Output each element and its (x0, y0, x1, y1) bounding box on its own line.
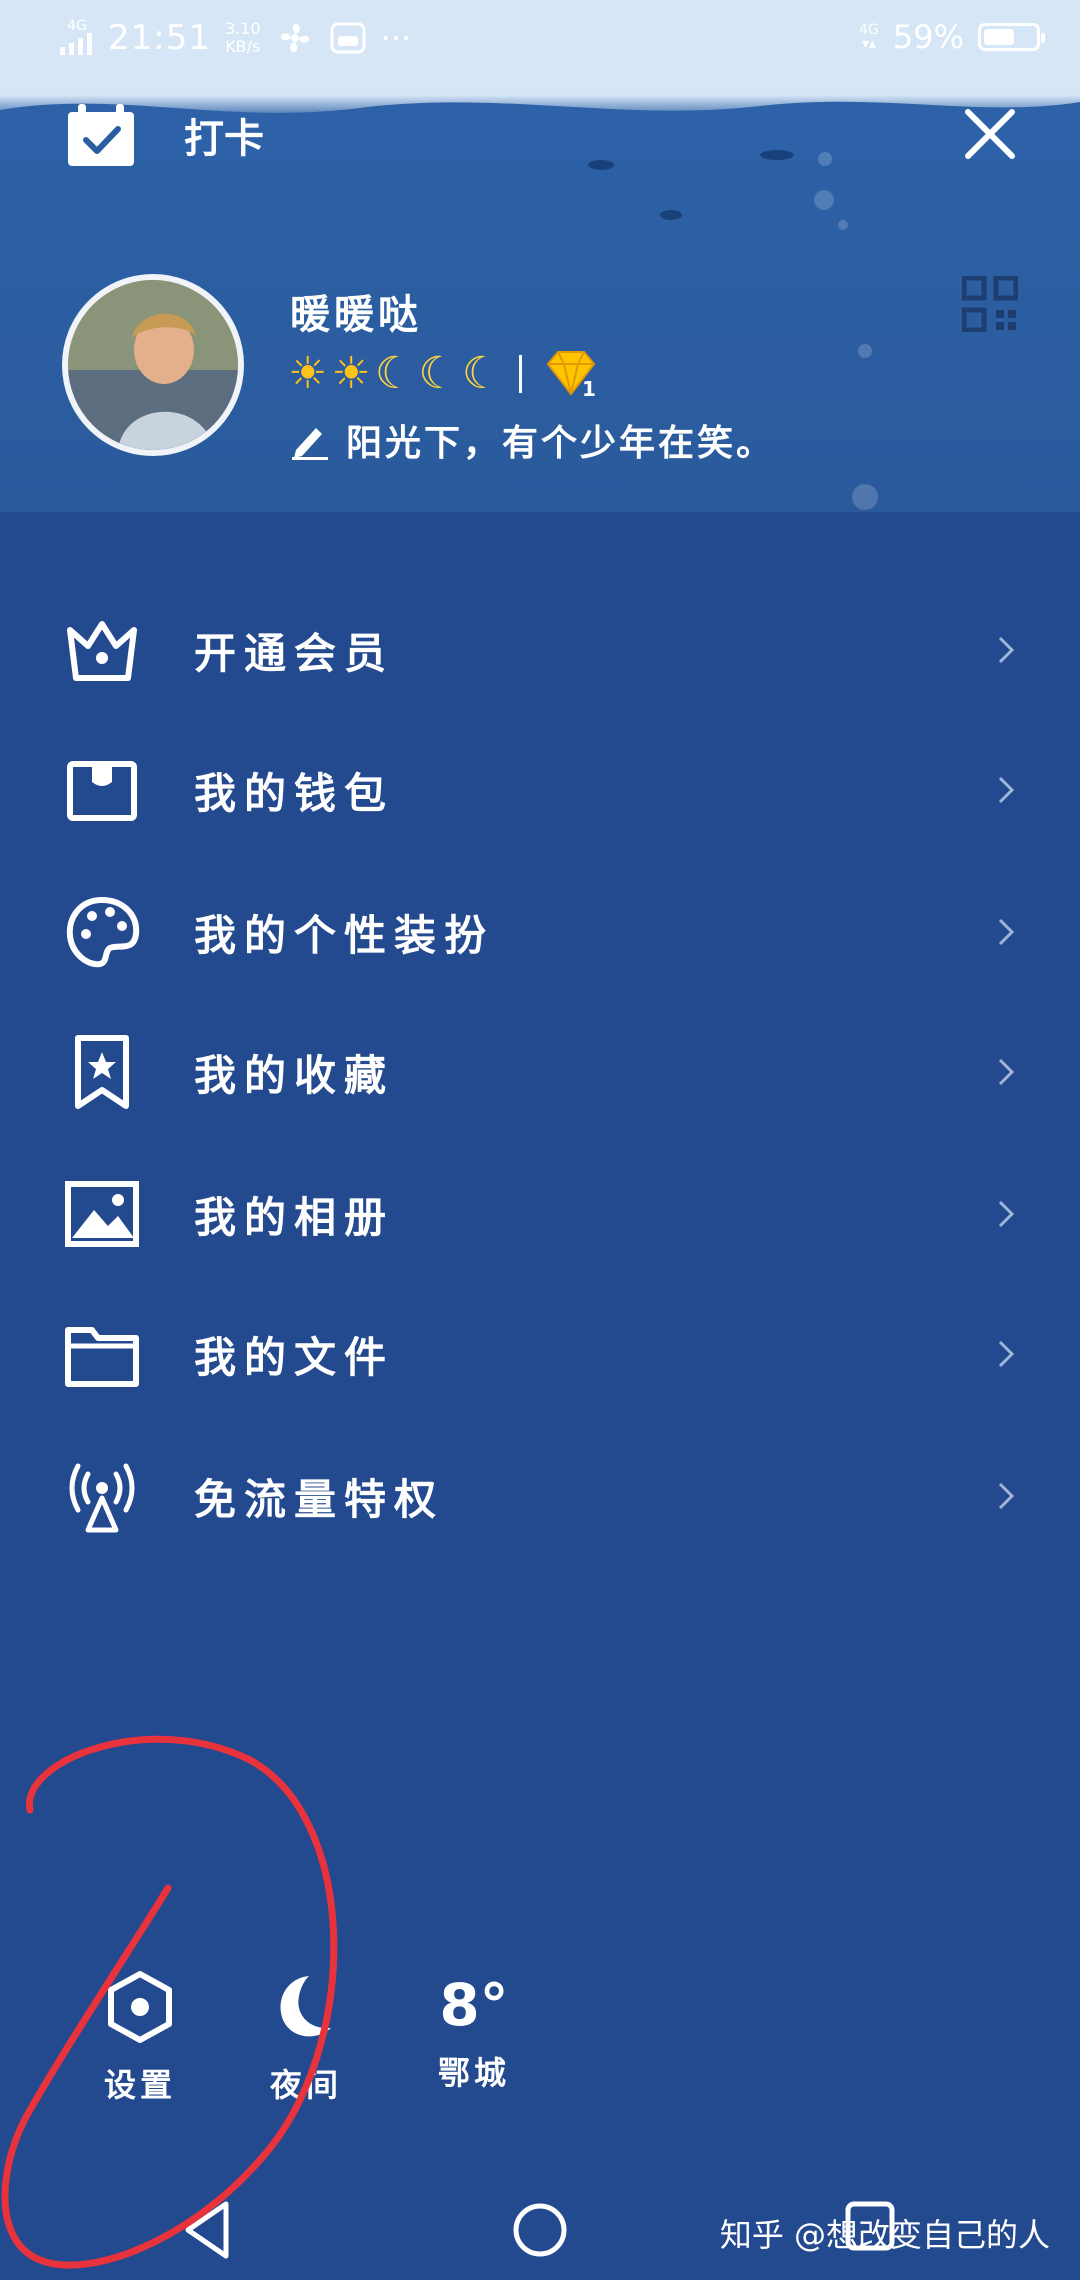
fish-decoration (760, 150, 794, 160)
chevron-right-icon (998, 636, 1015, 664)
weather-city: 鄂城 (437, 2054, 510, 2092)
network-speed-unit: KB/s (225, 37, 261, 56)
app-notification-icon (330, 22, 366, 54)
status-time: 21:51 (108, 18, 211, 58)
calendar-check-icon (68, 104, 134, 166)
night-mode-label: 夜间 (269, 2066, 342, 2104)
network-indicator-right: 4G ▾▴ (859, 22, 879, 52)
bubble-decoration (814, 190, 834, 210)
menu-item-label: 我的收藏 (194, 1050, 395, 1100)
moon-icon: ☾ (374, 348, 415, 399)
edit-pencil-icon (292, 428, 328, 460)
network-indicator-left: 4G (60, 19, 94, 58)
username[interactable]: 暖暖哒 (290, 282, 422, 340)
home-circle-icon[interactable] (500, 2190, 580, 2270)
diamond-icon: 1 (546, 350, 596, 398)
menu-item-label: 我的文件 (194, 1332, 395, 1382)
sun-icon: ☀ (288, 348, 328, 399)
signature-text: 阳光下，有个少年在笑。 (346, 422, 776, 464)
settings-hexagon-icon (108, 1971, 172, 2043)
bubble-decoration (858, 344, 872, 358)
settings-button[interactable]: 设置 (70, 1970, 210, 2106)
menu-item-theme[interactable]: 我的个性装扮 (0, 872, 1080, 992)
palette-icon (66, 896, 140, 968)
weather-temperature: 8° (439, 1971, 509, 2039)
folder-icon (65, 1327, 139, 1387)
crown-icon (67, 621, 137, 681)
weather-widget[interactable]: 8° 鄂城 (404, 1970, 544, 2094)
bookmark-star-icon (75, 1035, 129, 1109)
menu-item-wallet[interactable]: 我的钱包 (0, 730, 1080, 850)
back-triangle-icon[interactable] (168, 2190, 248, 2270)
menu-item-files[interactable]: 我的文件 (0, 1294, 1080, 1414)
chevron-right-icon (998, 1200, 1015, 1228)
chevron-right-icon (998, 918, 1015, 946)
avatar-photo (68, 280, 238, 450)
menu-item-free-data[interactable]: 免流量特权 (0, 1436, 1080, 1556)
menu-item-vip[interactable]: 开通会员 (0, 590, 1080, 710)
checkin-label: 打卡 (184, 115, 264, 162)
battery-level-fill (984, 29, 1014, 45)
status-bar: 4G 21:51 3.10 KB/s ··· 4G ▾▴ 59% (0, 0, 1080, 80)
bottom-toolbar: 设置 夜间 8° 鄂城 (0, 1970, 1080, 2110)
close-icon[interactable] (960, 104, 1020, 164)
menu-item-label: 我的个性装扮 (194, 910, 495, 960)
menu-item-album[interactable]: 我的相册 (0, 1154, 1080, 1274)
signal-tower-icon (69, 1463, 135, 1533)
network-speed: 3.10 KB/s (225, 20, 261, 56)
sun-icon: ☀ (331, 348, 371, 399)
fish-decoration (660, 210, 682, 220)
battery-percent: 59% (892, 18, 964, 56)
status-left: 4G 21:51 3.10 KB/s ··· (60, 18, 411, 58)
chevron-right-icon (998, 1058, 1015, 1086)
checkin-button[interactable]: 打卡 (66, 102, 264, 168)
more-notifications-icon: ··· (380, 19, 412, 57)
photo-icon (65, 1181, 139, 1247)
signature-row[interactable]: 阳光下，有个少年在笑。 (290, 414, 775, 466)
chevron-right-icon (998, 776, 1015, 804)
battery-icon (978, 23, 1045, 51)
chevron-right-icon (998, 1340, 1015, 1368)
signal-icon (60, 32, 92, 55)
fan-icon (280, 23, 309, 53)
avatar[interactable] (62, 274, 244, 456)
fish-decoration (588, 160, 614, 170)
watermark: 知乎 @想改变自己的人 (719, 2216, 1050, 2254)
night-mode-button[interactable]: 夜间 (236, 1970, 376, 2106)
wallet-icon (67, 761, 137, 821)
menu-item-label: 免流量特权 (194, 1474, 445, 1524)
level-divider (519, 354, 523, 393)
menu-item-favorites[interactable]: 我的收藏 (0, 1012, 1080, 1132)
diamond-level: 1 (582, 377, 596, 398)
moon-icon: ☾ (461, 348, 502, 399)
status-right: 4G ▾▴ 59% (859, 18, 1045, 56)
menu-item-label: 开通会员 (194, 628, 395, 678)
moon-icon (280, 1976, 331, 2037)
network-type-label: 4G (67, 17, 87, 34)
menu-item-label: 我的相册 (194, 1192, 395, 1242)
network-type-label-right: 4G (859, 22, 879, 38)
bubble-decoration (852, 484, 878, 510)
network-speed-value: 3.10 (224, 19, 261, 38)
moon-icon: ☾ (418, 348, 458, 399)
bubble-decoration (838, 220, 848, 230)
menu-item-label: 我的钱包 (194, 768, 395, 818)
user-level[interactable]: ☀ ☀ ☾ ☾ ☾ 1 (288, 348, 600, 399)
bubble-decoration (818, 152, 832, 166)
chevron-right-icon (998, 1482, 1015, 1510)
qr-code-icon[interactable] (962, 276, 1018, 332)
settings-label: 设置 (103, 2066, 176, 2104)
